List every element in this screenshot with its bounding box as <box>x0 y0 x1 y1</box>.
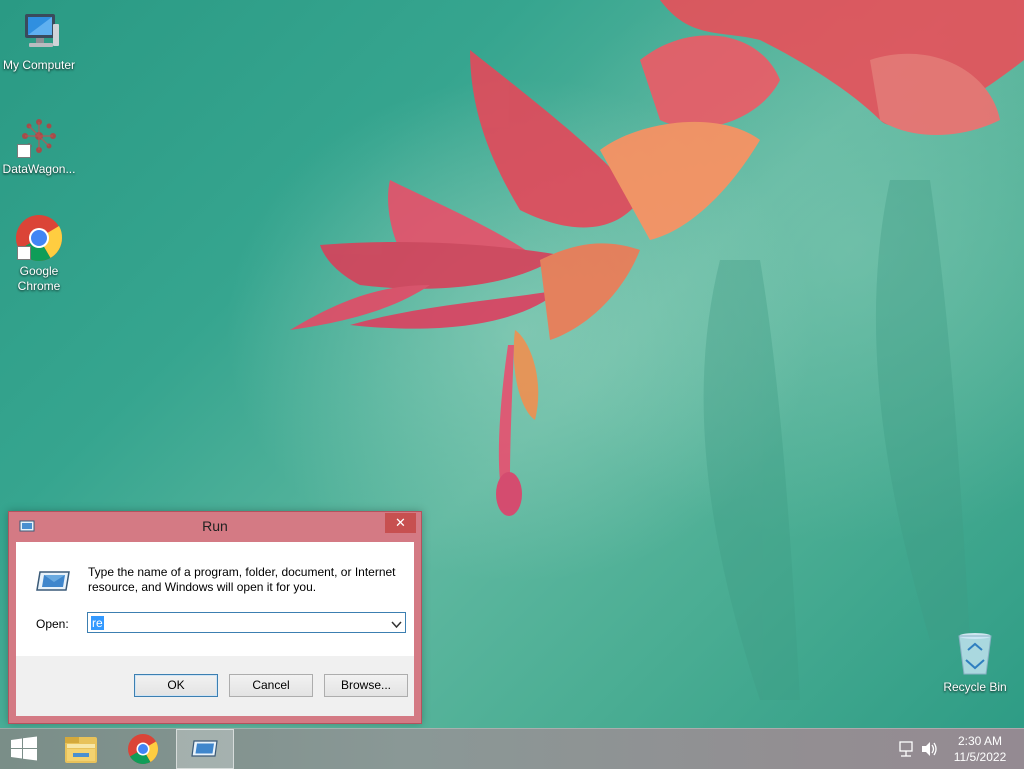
dialog-body: Type the name of a program, folder, docu… <box>16 542 414 716</box>
dialog-title: Run <box>202 518 228 534</box>
browse-button[interactable]: Browse... <box>324 674 408 697</box>
computer-icon <box>15 8 63 56</box>
desktop-icon-label: DataWagon... <box>2 162 76 176</box>
open-label: Open: <box>36 617 69 631</box>
desktop-icon-label: My Computer <box>2 58 76 72</box>
datawagon-icon <box>15 112 63 160</box>
clock-date: 11/5/2022 <box>953 750 1007 764</box>
dialog-titlebar[interactable]: Run ✕ <box>9 512 421 541</box>
recycle-bin-desktop-icon[interactable]: Recycle Bin <box>936 630 1014 695</box>
run-dialog[interactable]: Run ✕ Type the name of a program, folder… <box>8 511 422 724</box>
network-icon[interactable] <box>897 729 915 769</box>
dialog-description: Type the name of a program, folder, docu… <box>88 565 396 594</box>
clock-time: 2:30 AM <box>957 734 1003 748</box>
desktop-icon-label: Google Chrome <box>17 264 61 293</box>
cancel-button[interactable]: Cancel <box>229 674 313 697</box>
open-input-selected-text[interactable]: re <box>91 616 104 630</box>
open-combobox[interactable]: re <box>87 612 406 633</box>
taskbar-run[interactable] <box>176 729 234 769</box>
windows-logo-icon <box>11 736 37 761</box>
shortcut-arrow-icon <box>17 144 31 158</box>
chevron-down-icon[interactable] <box>391 617 402 635</box>
google-chrome-desktop-icon[interactable]: Google Chrome <box>0 214 78 294</box>
desktop[interactable]: My Computer DataWagon... Google Chrome R… <box>0 0 1024 728</box>
file-explorer-icon <box>65 737 97 763</box>
close-button[interactable]: ✕ <box>385 513 416 533</box>
datawagon-desktop-icon[interactable]: DataWagon... <box>0 112 78 177</box>
run-icon <box>191 740 218 757</box>
desktop-icon-label: Recycle Bin <box>943 680 1007 694</box>
start-button[interactable] <box>0 729 48 769</box>
ok-button[interactable]: OK <box>134 674 218 697</box>
taskbar: 2:30 AM 11/5/2022 <box>0 728 1024 769</box>
taskbar-file-explorer[interactable] <box>57 729 105 769</box>
taskbar-chrome[interactable] <box>119 729 167 769</box>
my-computer-desktop-icon[interactable]: My Computer <box>0 8 78 73</box>
run-program-icon <box>36 570 70 597</box>
shortcut-arrow-icon <box>17 246 31 260</box>
chrome-icon <box>15 214 63 262</box>
recycle-bin-icon <box>951 630 999 678</box>
chrome-icon <box>128 734 158 765</box>
system-clock[interactable]: 2:30 AM 11/5/2022 <box>942 733 1018 765</box>
volume-icon[interactable] <box>920 729 938 769</box>
